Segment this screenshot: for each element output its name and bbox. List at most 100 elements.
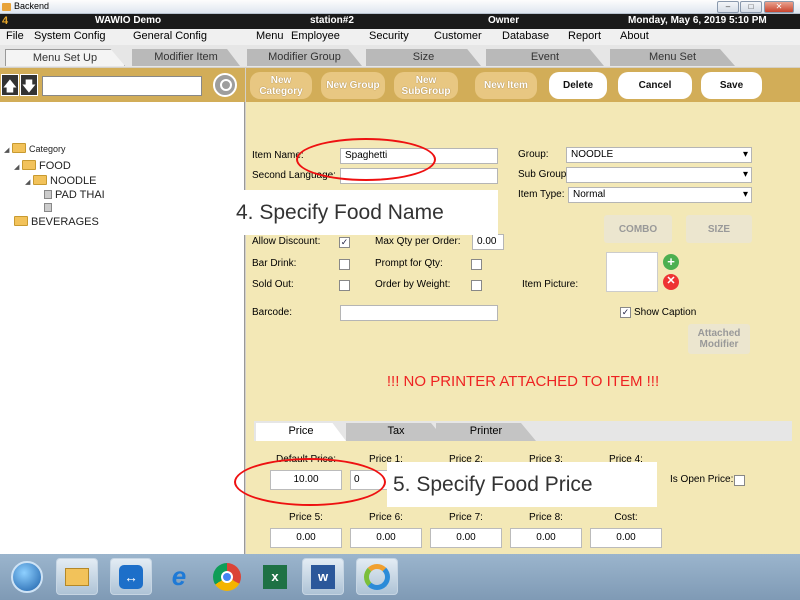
app-icon [2, 3, 11, 11]
menu-menu[interactable]: Menu [256, 30, 284, 42]
menu-about[interactable]: About [620, 30, 649, 42]
price-6-input[interactable]: 0.00 [350, 528, 422, 548]
max-qty-input[interactable]: 0.00 [472, 234, 504, 250]
menu-security[interactable]: Security [369, 30, 409, 42]
excel-icon[interactable]: x [254, 558, 296, 595]
sold-out-label: Sold Out: [252, 279, 294, 290]
price-5-input[interactable]: 0.00 [270, 528, 342, 548]
new-category-button[interactable]: New Category [250, 72, 312, 99]
move-down-button[interactable]: 🡇 [20, 74, 38, 96]
tab-menu-set[interactable]: Menu Set [610, 49, 735, 66]
window-titlebar: Backend – □ ✕ [0, 0, 800, 14]
price-7-label: Price 7: [449, 512, 483, 523]
tab-modifier-group[interactable]: Modifier Group [247, 49, 362, 66]
item-type-select[interactable]: Normal [568, 187, 752, 203]
menu-general-config[interactable]: General Config [133, 30, 207, 42]
close-button[interactable]: ✕ [764, 1, 794, 13]
combo-button[interactable]: COMBO [604, 215, 672, 243]
default-price-highlight [234, 458, 386, 506]
start-orb-icon[interactable] [6, 558, 48, 595]
size-button[interactable]: SIZE [686, 215, 752, 243]
show-caption-checkbox[interactable]: ✓ [620, 307, 631, 318]
tree-item-food[interactable]: ◢ FOOD [14, 160, 71, 172]
price-tabs: Price Tax Printer [254, 421, 792, 441]
window-title: Backend [14, 1, 50, 11]
allow-discount-checkbox[interactable]: ✓ [339, 237, 350, 248]
bar-drink-label: Bar Drink: [252, 258, 297, 269]
tab-price[interactable]: Price [256, 423, 346, 441]
order-by-weight-checkbox[interactable] [471, 280, 482, 291]
tab-size[interactable]: Size [366, 49, 481, 66]
sub-group-select[interactable] [566, 167, 752, 183]
datetime: Monday, May 6, 2019 5:10 PM [628, 15, 767, 26]
menu-database[interactable]: Database [502, 30, 549, 42]
add-picture-icon[interactable]: + [663, 254, 679, 270]
prompt-qty-checkbox[interactable] [471, 259, 482, 270]
group-select[interactable]: NOODLE [566, 147, 752, 163]
menu-system-config[interactable]: System Config [34, 30, 106, 42]
folder-icon [22, 160, 36, 170]
no-printer-warning: !!! NO PRINTER ATTACHED TO ITEM !!! [386, 373, 660, 390]
item-type-label: Item Type: [518, 189, 565, 200]
category-toolbar: 🡅 🡇 [0, 68, 245, 102]
tree-item-beverages[interactable]: BEVERAGES [14, 216, 99, 228]
is-open-price-checkbox[interactable] [734, 475, 745, 486]
item-icon [44, 190, 52, 199]
tab-event[interactable]: Event [486, 49, 604, 66]
price-6-label: Price 6: [369, 512, 403, 523]
cost-label: Cost: [614, 512, 638, 523]
taskbar: ↔ e x w [0, 554, 800, 600]
menu-file[interactable]: File [6, 30, 24, 42]
user-name: Owner [488, 15, 520, 26]
app-info-bar: 4 WAWIO Demo station#2 Owner Monday, May… [0, 14, 800, 29]
folder-icon [14, 216, 28, 226]
teamviewer-icon[interactable]: ↔ [110, 558, 152, 595]
main-tabs: Menu Set Up Modifier Item Modifier Group… [0, 45, 800, 67]
tree-item-new[interactable] [44, 202, 55, 214]
menu-report[interactable]: Report [568, 30, 601, 42]
tab-tax[interactable]: Tax [346, 423, 446, 441]
file-explorer-icon[interactable] [56, 558, 98, 595]
menu-employee[interactable]: Employee [291, 30, 340, 42]
chrome-icon[interactable] [206, 558, 248, 595]
item-icon [44, 203, 52, 212]
price-8-input[interactable]: 0.00 [510, 528, 582, 548]
price-7-input[interactable]: 0.00 [430, 528, 502, 548]
tab-printer[interactable]: Printer [436, 423, 536, 441]
order-by-weight-label: Order by Weight: [375, 279, 451, 290]
tree-root[interactable]: ◢ Category [4, 143, 66, 154]
category-search-input[interactable] [42, 76, 202, 96]
menu-customer[interactable]: Customer [434, 30, 482, 42]
item-picture[interactable] [606, 252, 658, 292]
barcode-input[interactable] [340, 305, 498, 321]
save-button[interactable]: Save [701, 72, 762, 99]
new-group-button[interactable]: New Group [321, 72, 385, 99]
item-picture-label: Item Picture: [522, 279, 579, 290]
bar-drink-checkbox[interactable] [339, 259, 350, 270]
internet-explorer-icon[interactable]: e [158, 558, 200, 595]
tree-item-noodle[interactable]: ◢ NOODLE [25, 175, 96, 187]
show-caption-label: Show Caption [634, 307, 697, 318]
tab-modifier-item[interactable]: Modifier Item [132, 49, 240, 66]
barcode-label: Barcode: [252, 307, 293, 318]
app-icon[interactable] [356, 558, 398, 595]
folder-icon [12, 143, 26, 153]
word-icon[interactable]: w [302, 558, 344, 595]
tree-item-pad-thai[interactable]: PAD THAI [44, 189, 105, 201]
new-subgroup-button[interactable]: New SubGroup [394, 72, 458, 99]
folder-icon [33, 175, 47, 185]
sold-out-checkbox[interactable] [339, 280, 350, 291]
cost-input[interactable]: 0.00 [590, 528, 662, 548]
maximize-button[interactable]: □ [740, 1, 762, 13]
company-name: WAWIO Demo [95, 15, 162, 26]
attached-modifier-button[interactable]: Attached Modifier [688, 324, 750, 354]
search-icon[interactable] [213, 73, 237, 97]
tab-menu-set-up[interactable]: Menu Set Up [5, 49, 125, 66]
minimize-button[interactable]: – [717, 1, 739, 13]
cancel-button[interactable]: Cancel [618, 72, 692, 99]
move-up-button[interactable]: 🡅 [1, 74, 19, 96]
item-toolbar: New Category New Group New SubGroup New … [246, 68, 800, 102]
delete-button[interactable]: Delete [549, 72, 607, 99]
remove-picture-icon[interactable]: ✕ [663, 274, 679, 290]
new-item-button[interactable]: New Item [475, 72, 537, 99]
